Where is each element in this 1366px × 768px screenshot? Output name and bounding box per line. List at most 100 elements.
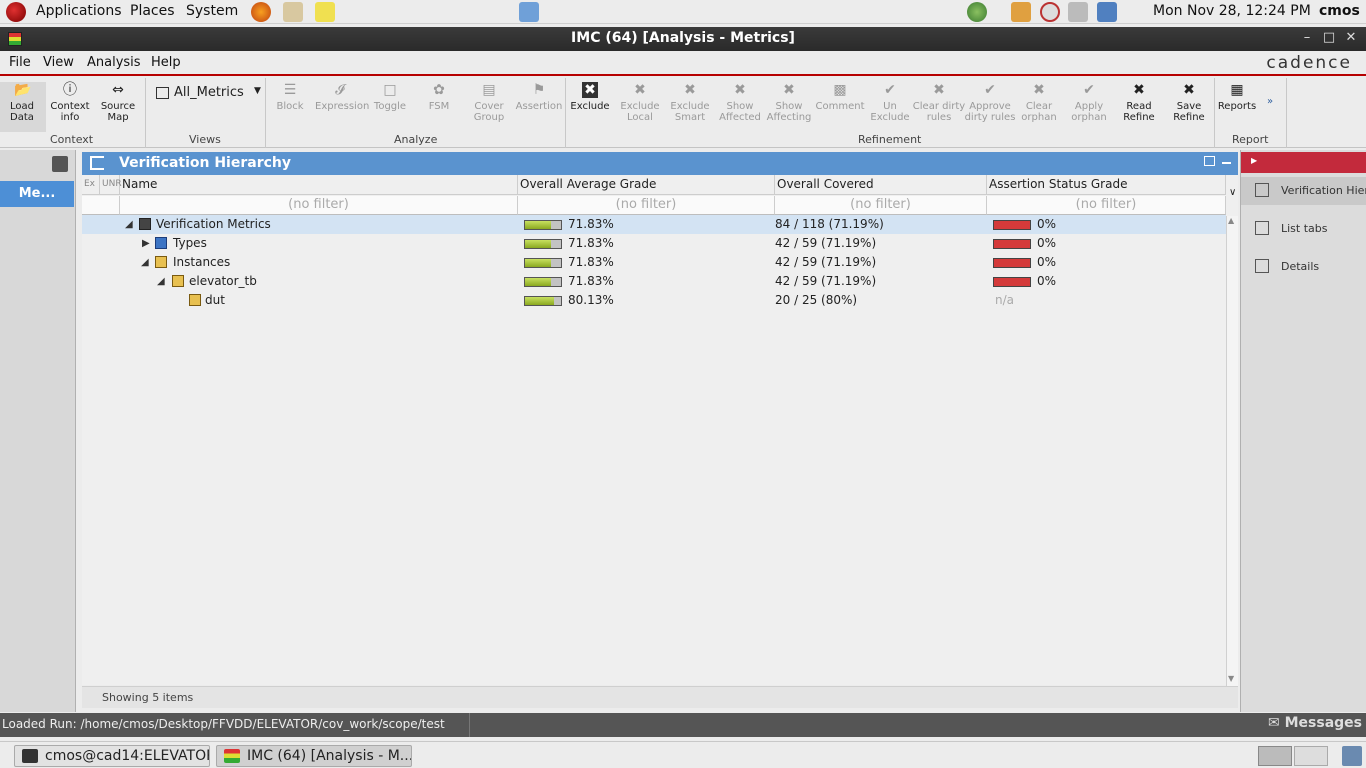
vertical-scrollbar[interactable]: ▲ ▼ — [1226, 216, 1238, 686]
row-assertion: 0% — [1037, 217, 1057, 231]
update-icon[interactable] — [1011, 2, 1031, 22]
system-menu[interactable]: System — [186, 3, 238, 19]
reports-button[interactable]: ▦ Reports — [1214, 82, 1260, 112]
column-header-ex[interactable]: Ex — [82, 175, 100, 195]
table-row[interactable]: ▶ Types 71.83% 42 / 59 (71.19%) 0% — [82, 234, 1226, 253]
table-row[interactable]: ◢ elevator_tb 71.83% 42 / 59 (71.19%) 0% — [82, 272, 1226, 291]
clear-orphan-button[interactable]: ✖ Clear orphan — [1014, 82, 1064, 123]
messages-button[interactable]: ✉ Messages — [1268, 715, 1362, 731]
column-header-assertion-grade[interactable]: Assertion Status Grade — [987, 175, 1226, 195]
read-refine-button[interactable]: ✖ Read Refine — [1114, 82, 1164, 123]
block-button[interactable]: ☰ Block — [265, 82, 315, 112]
filter-overall-covered[interactable]: (no filter) — [775, 196, 987, 215]
right-item-details[interactable]: Details — [1241, 253, 1366, 281]
right-item-list-tabs[interactable]: List tabs — [1241, 215, 1366, 243]
ribbon-overflow-icon[interactable]: » — [1267, 96, 1273, 107]
network-globe-icon[interactable] — [967, 2, 987, 22]
expand-arrow-icon[interactable]: ▶ — [1251, 156, 1257, 165]
exclude-smart-button[interactable]: ✖ Exclude Smart — [665, 82, 715, 123]
apply-orphan-button[interactable]: ✔ Apply orphan — [1064, 82, 1114, 123]
places-menu[interactable]: Places — [130, 3, 175, 19]
right-item-verification-hierarchy[interactable]: Verification Hier... — [1241, 177, 1366, 205]
gauge-icon[interactable] — [1040, 2, 1060, 22]
table-row[interactable]: dut 80.13% 20 / 25 (80%) n/a — [82, 291, 1226, 310]
menu-view[interactable]: View — [43, 55, 74, 70]
row-grade: 71.83% — [568, 274, 614, 288]
task-imc[interactable]: IMC (64) [Analysis - M... — [216, 745, 412, 767]
assertion-button[interactable]: ⚑ Assertion — [514, 82, 564, 112]
network-icon[interactable] — [1097, 2, 1117, 22]
tab-metrics[interactable]: Me... — [0, 181, 74, 207]
unexclude-button[interactable]: ✔ Un Exclude — [865, 82, 915, 123]
menu-help[interactable]: Help — [151, 55, 181, 70]
clock[interactable]: Mon Nov 28, 12:24 PM — [1153, 3, 1311, 19]
source-map-button[interactable]: ⇔ Source Map — [93, 82, 143, 123]
views-dropdown[interactable]: All_Metrics ▼ — [152, 84, 262, 104]
fsm-button[interactable]: ✿ FSM — [414, 82, 464, 112]
column-header-name[interactable]: Name — [120, 175, 518, 195]
filter-name[interactable]: (no filter) — [120, 196, 518, 215]
module-node-icon — [189, 294, 201, 306]
left-side-strip: Me... — [0, 150, 76, 712]
scroll-down-icon[interactable]: ▼ — [1228, 674, 1234, 683]
column-menu-icon[interactable]: ∨ — [1229, 187, 1236, 198]
block-icon: ☰ — [283, 82, 297, 98]
clear-dirty-rules-button[interactable]: ✖ Clear dirty rules — [911, 82, 967, 123]
apply-orphan-icon: ✔ — [1083, 82, 1095, 98]
column-header-average-grade[interactable]: Overall Average Grade — [518, 175, 775, 195]
folder-icon[interactable] — [519, 2, 539, 22]
context-info-button[interactable]: ⓘ Context info — [45, 82, 95, 123]
restore-panel-icon[interactable] — [1204, 156, 1215, 166]
toggle-button[interactable]: □ Toggle — [365, 82, 415, 112]
cover-group-icon: ▤ — [482, 82, 496, 98]
volume-icon[interactable] — [1068, 2, 1088, 22]
instances-node-icon — [155, 256, 167, 268]
workspace-1[interactable] — [1258, 746, 1292, 766]
menu-file[interactable]: File — [9, 55, 31, 70]
table-row[interactable]: ◢ Instances 71.83% 42 / 59 (71.19%) 0% — [82, 253, 1226, 272]
minimize-panel-icon[interactable] — [1222, 162, 1231, 164]
verification-hierarchy-header: Verification Hierarchy — [82, 152, 1238, 175]
show-affected-button[interactable]: ✖ Show Affected — [715, 82, 765, 123]
metrics-table: Ex UNR Name Overall Average Grade Overal… — [82, 175, 1238, 685]
hierarchy-icon — [1255, 183, 1269, 197]
table-row[interactable]: ◢ Verification Metrics 71.83% 84 / 118 (… — [82, 215, 1226, 234]
notes-icon[interactable] — [315, 2, 335, 22]
comment-button[interactable]: ▩ Comment — [815, 82, 865, 112]
firefox-icon[interactable] — [251, 2, 271, 22]
exclude-smart-icon: ✖ — [684, 82, 696, 98]
workspace-2[interactable] — [1294, 746, 1328, 766]
applications-menu[interactable]: Applications — [36, 3, 122, 19]
cover-group-button[interactable]: ▤ Cover Group — [464, 82, 514, 123]
mail-icon[interactable] — [283, 2, 303, 22]
menu-analysis[interactable]: Analysis — [87, 55, 141, 70]
right-panel-header[interactable]: ▶ — [1241, 152, 1366, 173]
filter-average-grade[interactable]: (no filter) — [518, 196, 775, 215]
column-header-unr[interactable]: UNR — [100, 175, 122, 195]
task-terminal[interactable]: cmos@cad14:ELEVATOR — [14, 745, 210, 767]
filter-assertion-grade[interactable]: (no filter) — [987, 196, 1226, 215]
expand-toggle-icon[interactable]: ◢ — [157, 272, 165, 291]
user-name[interactable]: cmos — [1319, 3, 1360, 19]
row-assertion: 0% — [1037, 255, 1057, 269]
maximize-icon[interactable]: □ — [1322, 30, 1336, 45]
exclude-local-button[interactable]: ✖ Exclude Local — [615, 82, 665, 123]
trash-icon[interactable] — [1342, 746, 1362, 766]
grade-bar-fill — [525, 240, 551, 248]
expression-button[interactable]: 𝓘 Expression — [315, 82, 369, 112]
minimize-icon[interactable]: – — [1300, 30, 1314, 45]
expand-toggle-icon[interactable]: ◢ — [141, 253, 149, 272]
redhat-logo-icon[interactable] — [6, 2, 26, 22]
expand-toggle-icon[interactable]: ▶ — [142, 234, 150, 253]
scroll-up-icon[interactable]: ▲ — [1228, 216, 1234, 225]
collapse-panel-icon[interactable] — [52, 156, 68, 172]
column-header-overall-covered[interactable]: Overall Covered — [775, 175, 987, 195]
toggle-icon: □ — [383, 82, 397, 98]
expand-toggle-icon[interactable]: ◢ — [125, 215, 133, 234]
save-refine-button[interactable]: ✖ Save Refine — [1164, 82, 1214, 123]
close-icon[interactable]: ✕ — [1344, 30, 1358, 45]
exclude-button[interactable]: ✖ Exclude — [565, 82, 615, 112]
show-affecting-button[interactable]: ✖ Show Affecting — [764, 82, 814, 123]
approve-dirty-rules-button[interactable]: ✔ Approve dirty rules — [962, 82, 1018, 123]
load-data-button[interactable]: 📂 Load Data — [0, 82, 46, 132]
